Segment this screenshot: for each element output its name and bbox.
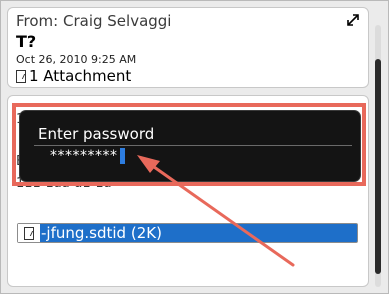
subject: T? (16, 32, 37, 51)
password-input[interactable]: ********* (50, 148, 125, 164)
scrollbar-thumb[interactable] (375, 59, 381, 274)
message-header: From: Craig Selvaggi T? Oct 26, 2010 9:2… (7, 7, 369, 88)
password-masked-value: ********* (50, 148, 118, 164)
attachment-filename: -jfung.sdtid (2K) (41, 224, 162, 242)
divider (34, 145, 352, 146)
expand-icon[interactable] (346, 13, 360, 27)
attachment-count-label: 1 Attachment (29, 67, 132, 85)
dialog-title: Enter password (38, 125, 155, 143)
password-dialog: Enter password ********* (19, 110, 361, 182)
timestamp: Oct 26, 2010 9:25 AM (16, 53, 137, 66)
sender-line[interactable]: From: Craig Selvaggi (16, 12, 171, 30)
attachment-item[interactable]: -jfung.sdtid (2K) (17, 223, 358, 243)
text-cursor (119, 148, 125, 164)
document-icon (24, 226, 34, 240)
attachment-summary[interactable]: 1 Attachment (16, 67, 131, 85)
document-icon (16, 69, 26, 83)
